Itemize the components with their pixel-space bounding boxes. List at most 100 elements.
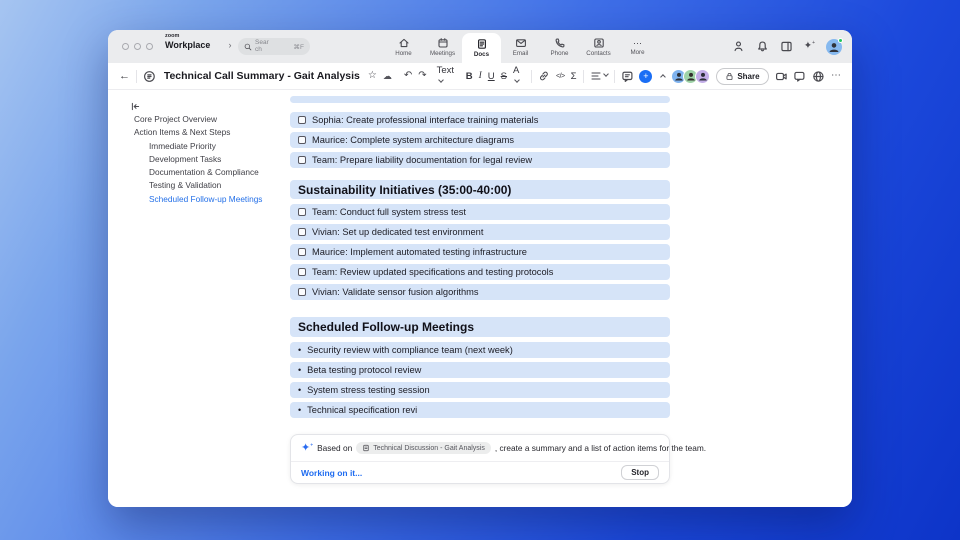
collaborator-avatars[interactable] xyxy=(671,68,711,84)
outline-item-development-tasks[interactable]: Development Tasks xyxy=(108,153,290,166)
share-button[interactable]: Share xyxy=(716,67,769,85)
history-back-forward[interactable]: ‹ › xyxy=(207,40,240,50)
italic-button[interactable]: I xyxy=(479,71,482,81)
maximize-window-icon[interactable] xyxy=(146,43,153,50)
nav-tab-email[interactable]: Email xyxy=(501,30,540,63)
outline-item-scheduled-followup-meetings[interactable]: Scheduled Follow-up Meetings xyxy=(108,193,290,206)
bullet-icon: • xyxy=(298,405,302,415)
ai-companion-icon[interactable]: ✦+ xyxy=(804,41,815,51)
outline-item-core-project-overview[interactable]: Core Project Overview xyxy=(108,113,290,126)
video-camera-icon[interactable] xyxy=(775,70,788,83)
favorite-star-icon[interactable]: ☆ xyxy=(368,71,377,81)
insert-plus-button[interactable]: + xyxy=(639,69,653,83)
checklist-item[interactable]: Vivian: Set up dedicated test environmen… xyxy=(290,224,670,240)
checklist-item[interactable]: Maurice: Implement automated testing inf… xyxy=(290,244,670,260)
nav-tab-contacts[interactable]: Contacts xyxy=(579,30,618,63)
outline-item-immediate-priority[interactable]: Immediate Priority xyxy=(108,140,290,153)
bold-button[interactable]: B xyxy=(466,71,473,82)
calendar-icon xyxy=(437,37,448,48)
docs-home-icon[interactable] xyxy=(143,70,156,83)
ai-status-text: Working on it... xyxy=(301,467,363,478)
outline-item-documentation-compliance[interactable]: Documentation & Compliance xyxy=(108,166,290,179)
checklist-item[interactable]: Team: Prepare liability documentation fo… xyxy=(290,152,670,168)
user-avatar[interactable] xyxy=(826,37,843,55)
checkbox[interactable] xyxy=(298,288,306,296)
stop-button[interactable]: Stop xyxy=(621,465,659,480)
outline-item-testing-validation[interactable]: Testing & Validation xyxy=(108,179,290,192)
checkbox[interactable] xyxy=(298,208,306,216)
undo-button[interactable]: ↶ xyxy=(404,71,412,81)
global-search-input[interactable]: Search ⌘F xyxy=(238,38,310,55)
nav-tab-label: Meetings xyxy=(429,49,456,57)
checklist-item[interactable]: Team: Review updated specifications and … xyxy=(290,264,670,280)
checkbox[interactable] xyxy=(298,156,306,164)
checklist-item[interactable]: Vivian: Validate sensor fusion algorithm… xyxy=(290,284,670,300)
nav-tab-label: Home xyxy=(395,49,412,57)
redo-button[interactable]: ↷ xyxy=(418,71,426,81)
checkbox[interactable] xyxy=(298,268,306,276)
source-document-chip[interactable]: Technical Discussion - Gait Analysis xyxy=(356,442,491,454)
comment-icon[interactable] xyxy=(621,70,634,83)
nav-tab-phone[interactable]: Phone xyxy=(540,30,579,63)
bullet-text: Technical specification revi xyxy=(307,405,418,415)
chat-bubble-icon[interactable] xyxy=(793,70,806,83)
checkbox[interactable] xyxy=(298,116,306,124)
nav-tab-label: Docs xyxy=(473,51,490,58)
notifications-bell-icon[interactable] xyxy=(756,40,769,53)
document-workspace: Core Project Overview Action Items & Nex… xyxy=(108,90,852,507)
bullet-item[interactable]: • Beta testing protocol review xyxy=(290,362,670,378)
search-icon xyxy=(244,43,252,50)
window-controls[interactable] xyxy=(122,43,153,50)
side-panel-icon[interactable] xyxy=(780,40,793,53)
bullet-item[interactable]: • Security review with compliance team (n… xyxy=(290,342,670,358)
zoom-workplace-logo: zoom Workplace xyxy=(165,33,211,50)
search-placeholder: Search xyxy=(255,39,269,53)
ai-sparkle-icon: ✦+ xyxy=(301,441,314,454)
chevron-down-icon xyxy=(602,71,609,77)
insert-link-icon[interactable] xyxy=(538,70,550,82)
checklist-text: Vivian: Set up dedicated test environmen… xyxy=(312,227,484,237)
bullet-item[interactable]: • Technical specification revi xyxy=(290,402,670,418)
document-toolbar: ← Technical Call Summary - Gait Analysis… xyxy=(108,63,852,90)
nav-tab-more[interactable]: ⋯ More xyxy=(618,30,657,63)
nav-tab-label: Contacts xyxy=(586,49,611,57)
checklist-text: Vivian: Validate sensor fusion algorithm… xyxy=(312,287,479,297)
back-button[interactable]: ← xyxy=(119,70,130,82)
checklist-item[interactable]: Maurice: Complete system architecture di… xyxy=(290,132,670,148)
text-color-dropdown[interactable]: A xyxy=(513,65,525,87)
collapse-toolbar-chevron[interactable] xyxy=(660,74,667,80)
contacts-icon xyxy=(593,37,604,48)
ai-companion-panel: ✦+ Based on Technical Discussion - Gait … xyxy=(290,434,706,484)
logo-workplace-text: Workplace xyxy=(165,39,211,50)
more-options-icon[interactable]: ⋯ xyxy=(831,71,841,81)
checklist-item[interactable]: Sophia: Create professional interface tr… xyxy=(290,112,670,128)
nav-tab-home[interactable]: Home xyxy=(384,30,423,63)
checkbox[interactable] xyxy=(298,248,306,256)
checklist-text: Team: Conduct full system stress test xyxy=(312,207,466,217)
equation-icon[interactable]: Σ xyxy=(571,71,577,82)
close-window-icon[interactable] xyxy=(122,43,129,50)
document-title[interactable]: Technical Call Summary - Gait Analysis xyxy=(164,70,360,82)
checkbox[interactable] xyxy=(298,136,306,144)
align-dropdown[interactable] xyxy=(590,70,609,82)
nav-tab-meetings[interactable]: Meetings xyxy=(423,30,462,63)
minimize-window-icon[interactable] xyxy=(134,43,141,50)
checkbox[interactable] xyxy=(298,228,306,236)
huddles-icon[interactable] xyxy=(732,40,745,53)
code-block-icon[interactable]: </> xyxy=(556,73,565,80)
section-heading-sustainability: Sustainability Initiatives (35:00-40:00) xyxy=(290,180,670,199)
globe-icon[interactable] xyxy=(812,70,825,83)
nav-tab-docs[interactable]: Docs xyxy=(462,33,501,63)
document-canvas: Sophia: Create professional interface tr… xyxy=(290,96,706,484)
bullet-item[interactable]: • System stress testing session xyxy=(290,382,670,398)
underline-button[interactable]: U xyxy=(488,71,495,82)
docs-icon xyxy=(477,39,486,49)
text-style-dropdown[interactable]: Text xyxy=(437,65,460,87)
bullet-icon: • xyxy=(298,345,302,355)
collapse-outline-icon[interactable] xyxy=(130,101,141,112)
ai-status-row: Working on it... Stop xyxy=(291,462,669,483)
checklist-item[interactable]: Team: Conduct full system stress test xyxy=(290,204,670,220)
search-shortcut: ⌘F xyxy=(293,43,304,51)
strikethrough-button[interactable]: S xyxy=(501,71,507,82)
outline-item-action-items[interactable]: Action Items & Next Steps xyxy=(108,126,290,139)
